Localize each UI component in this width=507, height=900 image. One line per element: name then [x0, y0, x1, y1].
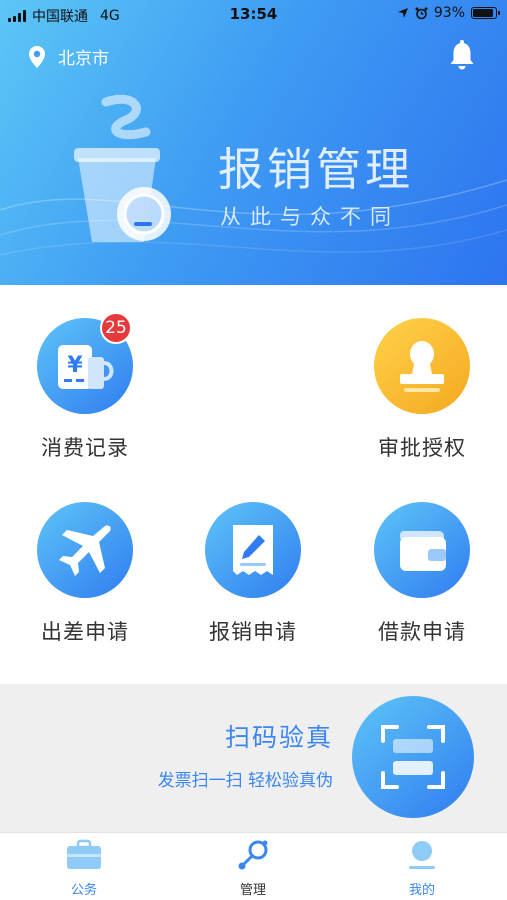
battery-icon	[471, 7, 500, 19]
document-edit-icon	[233, 525, 273, 575]
scan-title: 扫码验真	[224, 723, 333, 752]
location-pin-icon	[29, 45, 45, 68]
status-right: 93%	[397, 5, 500, 21]
grid-item-label: 审批授权	[378, 436, 466, 460]
briefcase-icon	[67, 839, 101, 869]
scan-subtitle: 发票扫一扫 轻松验真伪	[157, 771, 333, 791]
grid-item-label: 出差申请	[41, 620, 129, 644]
loan-application-button[interactable]	[374, 502, 470, 598]
tab-mine[interactable]: 我的	[372, 839, 472, 898]
approval-authorization-button[interactable]	[374, 318, 470, 414]
manage-icon	[238, 840, 268, 870]
grid-item-consumption-records[interactable]: ¥ 25 消费记录	[20, 312, 150, 462]
grid-item-reimbursement-application[interactable]: 报销申请	[188, 502, 318, 646]
receipt-yen-icon: ¥	[58, 345, 114, 389]
tab-official[interactable]: 公务	[34, 839, 134, 898]
wallet-icon	[400, 531, 446, 571]
reimbursement-application-button[interactable]	[205, 502, 301, 598]
coffee-cup-illustration	[74, 94, 171, 242]
grid-item-approval-authorization[interactable]: 审批授权	[357, 318, 487, 462]
banner-title: 报销管理	[218, 143, 415, 196]
tab-management[interactable]: 管理	[203, 839, 303, 898]
scan-frame-icon	[381, 725, 445, 789]
grid-item-business-trip[interactable]: 出差申请	[20, 502, 150, 646]
scan-button[interactable]	[352, 696, 474, 818]
grid-item-loan-application[interactable]: 借款申请	[357, 502, 487, 646]
svg-text:¥: ¥	[67, 353, 83, 378]
header-banner: 中国联通 4G 13:54 93% 北京市 报销管理 从此与众不同	[0, 0, 507, 285]
airplane-icon	[59, 525, 111, 576]
grid-item-label: 借款申请	[378, 620, 466, 644]
location-arrow-icon	[397, 8, 408, 18]
battery-text: 93%	[433, 5, 465, 21]
location-text: 北京市	[58, 49, 109, 69]
notification-button[interactable]	[449, 40, 475, 74]
profile-icon	[409, 841, 435, 869]
tab-label: 公务	[70, 883, 97, 898]
alarm-icon	[415, 7, 428, 19]
bell-icon	[450, 40, 474, 70]
bottom-tab-bar: 公务 管理 我的	[0, 832, 507, 900]
status-bar: 中国联通 4G 13:54 93%	[0, 0, 507, 30]
location-selector[interactable]: 北京市	[28, 44, 109, 69]
tab-label: 管理	[239, 883, 266, 898]
grid-item-label: 报销申请	[209, 620, 297, 644]
tab-label: 我的	[408, 883, 435, 898]
business-trip-button[interactable]	[37, 502, 133, 598]
scan-verify-section[interactable]: 扫码验真 发票扫一扫 轻松验真伪	[0, 684, 507, 832]
notification-badge: 25	[100, 312, 132, 344]
grid-item-label: 消费记录	[41, 436, 129, 460]
stamp-icon	[400, 341, 444, 392]
banner-subtitle: 从此与众不同	[220, 205, 400, 229]
